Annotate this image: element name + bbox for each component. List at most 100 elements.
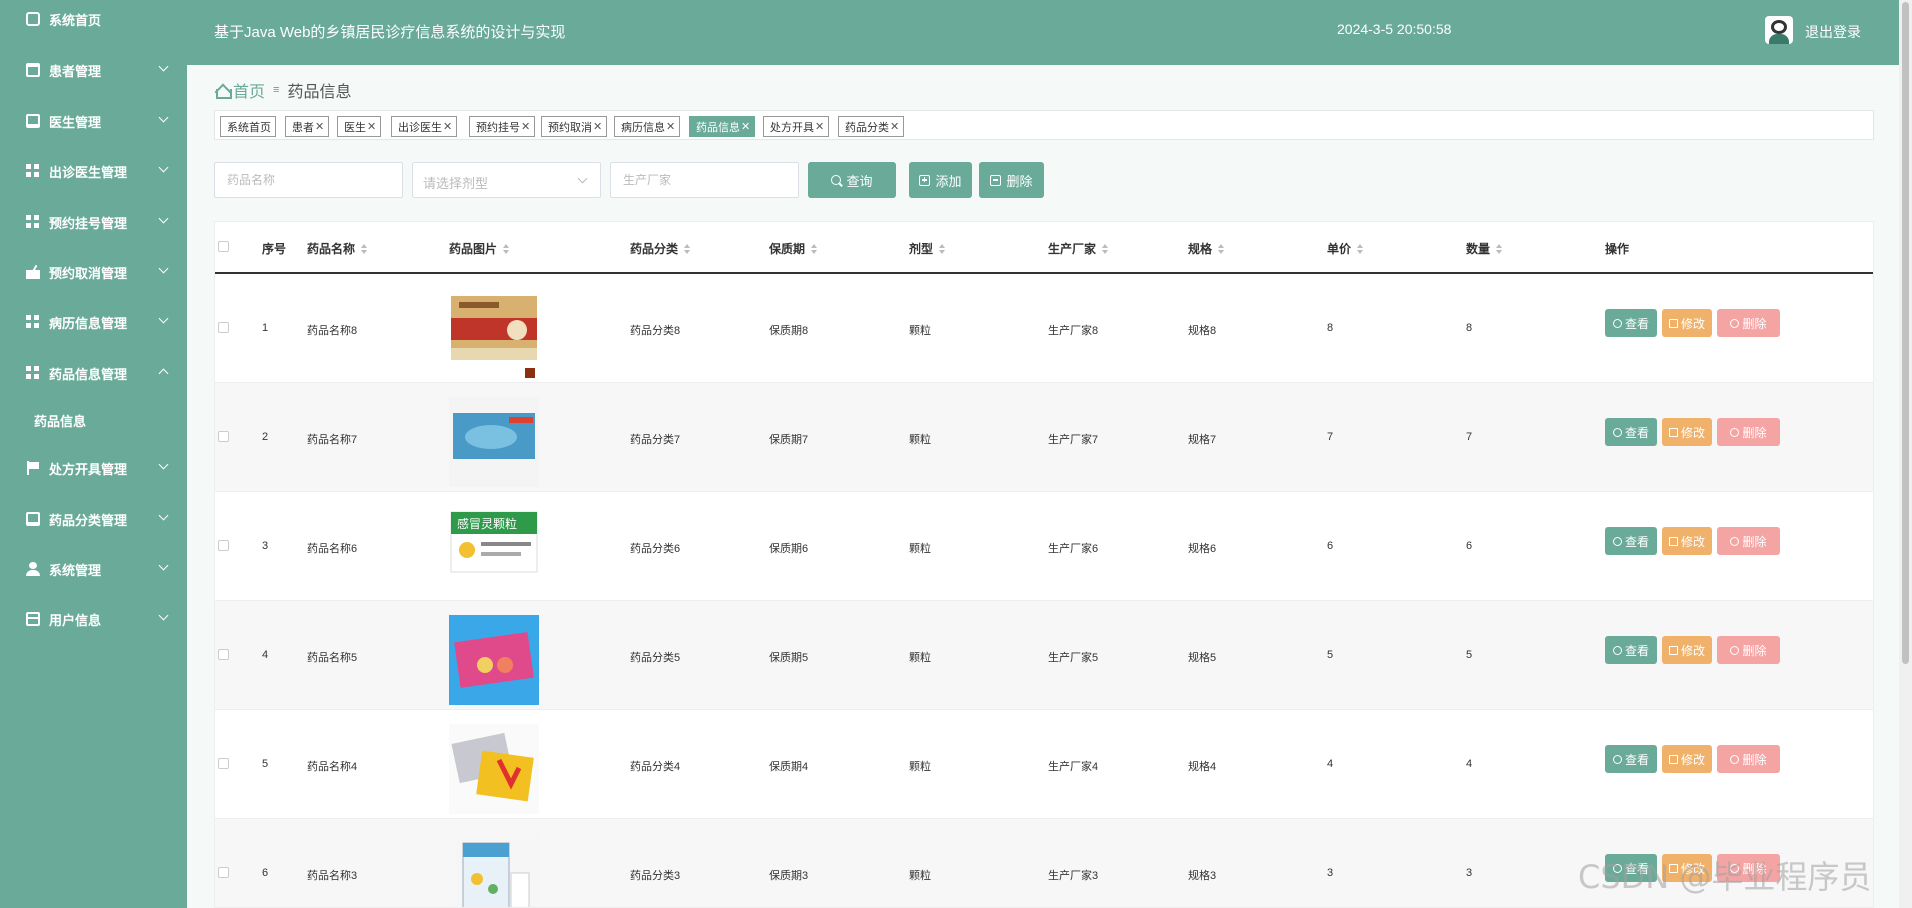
close-icon[interactable]: ✕ <box>593 120 602 133</box>
tab-drug-category[interactable]: 药品分类 ✕ <box>838 116 905 137</box>
column-header[interactable]: 数量 <box>1466 240 1503 257</box>
sidebar-item-drug-category[interactable]: 药品分类管理 <box>0 499 187 539</box>
cell-spec: 规格7 <box>1188 434 1217 446</box>
delete-button[interactable]: 删除 <box>1717 745 1780 773</box>
view-button[interactable]: 查看 <box>1605 418 1657 446</box>
column-header[interactable]: 药品分类 <box>630 240 691 257</box>
delete-button[interactable]: 删除 <box>1717 527 1780 555</box>
table-row[interactable]: 3 药品名称6 感冒灵颗粒 药品分类6 保质期6 颗粒 生产厂家6 规格6 6 … <box>215 492 1873 601</box>
cell-shelf-life: 保质期4 <box>769 761 809 773</box>
tab-drug-info[interactable]: 药品信息 ✕ <box>689 116 756 137</box>
cell-spec: 规格8 <box>1188 325 1217 337</box>
sort-icon <box>1496 243 1503 254</box>
tab-prescription[interactable]: 处方开具 ✕ <box>763 116 830 137</box>
select-all-checkbox[interactable] <box>218 241 229 252</box>
sidebar-item-appointment[interactable]: 预约挂号管理 <box>0 202 187 242</box>
logout-button[interactable]: 退出登录 <box>1805 22 1861 42</box>
close-icon[interactable]: ✕ <box>890 120 899 133</box>
sidebar-item-doctor[interactable]: 医生管理 <box>0 101 187 141</box>
close-icon[interactable]: ✕ <box>741 120 750 133</box>
sidebar-item-prescription[interactable]: 处方开具管理 <box>0 448 187 488</box>
column-header[interactable]: 药品名称 <box>307 240 368 257</box>
manufacturer-input[interactable] <box>610 162 799 198</box>
sidebar-item-drug[interactable]: 药品信息管理 <box>0 353 187 393</box>
avatar[interactable] <box>1765 16 1793 44</box>
close-icon[interactable]: ✕ <box>315 120 324 133</box>
view-button[interactable]: 查看 <box>1605 745 1657 773</box>
sidebar-item-home[interactable]: 系统首页 <box>0 0 187 38</box>
eye-icon <box>1612 427 1622 437</box>
drug-name-input[interactable] <box>214 162 403 198</box>
row-checkbox[interactable] <box>218 322 229 333</box>
column-header[interactable]: 规格 <box>1188 240 1225 257</box>
close-icon[interactable]: ✕ <box>367 120 376 133</box>
scrollbar-thumb[interactable] <box>1902 2 1909 664</box>
edit-button[interactable]: 修改 <box>1662 309 1712 337</box>
sidebar-item-system[interactable]: 系统管理 <box>0 549 187 589</box>
edit-button[interactable]: 修改 <box>1662 527 1712 555</box>
cell-price: 4 <box>1327 758 1334 770</box>
edit-button[interactable]: 修改 <box>1662 745 1712 773</box>
tab-home[interactable]: 系统首页 <box>220 116 276 137</box>
edit-button[interactable]: 修改 <box>1662 418 1712 446</box>
delete-button[interactable]: 删除 <box>1717 636 1780 664</box>
close-icon[interactable]: ✕ <box>666 120 675 133</box>
batch-delete-button[interactable]: 删除 <box>979 162 1044 198</box>
row-checkbox[interactable] <box>218 540 229 551</box>
view-button[interactable]: 查看 <box>1605 527 1657 555</box>
sidebar-item-appointment-cancel[interactable]: 预约取消管理 <box>0 252 187 292</box>
edit-icon <box>1668 427 1678 437</box>
column-header[interactable]: 剂型 <box>909 240 946 257</box>
cell-spec: 规格3 <box>1188 870 1217 882</box>
cell-no: 2 <box>262 431 269 443</box>
view-button[interactable]: 查看 <box>1605 636 1657 664</box>
table-row[interactable]: 2 药品名称7 药品分类7 保质期7 颗粒 生产厂家7 规格7 7 7 查看 修… <box>215 383 1873 492</box>
delete-button[interactable]: 删除 <box>1717 309 1780 337</box>
cell-name: 药品名称8 <box>307 325 358 337</box>
table-row[interactable]: 4 药品名称5 药品分类5 保质期5 颗粒 生产厂家5 规格5 5 5 查看 修… <box>215 601 1873 710</box>
view-button[interactable]: 查看 <box>1605 309 1657 337</box>
cell-dosage-form: 颗粒 <box>909 434 931 446</box>
close-icon[interactable]: ✕ <box>815 120 824 133</box>
row-checkbox[interactable] <box>218 649 229 660</box>
row-checkbox[interactable] <box>218 867 229 878</box>
table-row[interactable]: 5 药品名称4 药品分类4 保质期4 颗粒 生产厂家4 规格4 4 4 查看 修… <box>215 710 1873 819</box>
chevron-down-icon <box>158 610 169 621</box>
add-button[interactable]: 添加 <box>909 162 972 198</box>
row-checkbox[interactable] <box>218 758 229 769</box>
tab-label: 预约挂号 <box>476 121 520 134</box>
cell-spec: 规格4 <box>1188 761 1217 773</box>
column-header[interactable]: 生产厂家 <box>1048 240 1109 257</box>
edit-button[interactable]: 修改 <box>1662 636 1712 664</box>
table-row[interactable]: 1 药品名称8 药品分类8 保质期8 颗粒 生产厂家8 规格8 8 8 查看 修… <box>215 274 1873 383</box>
close-icon[interactable]: ✕ <box>443 120 452 133</box>
cell-spec: 规格6 <box>1188 543 1217 555</box>
cell-quantity: 6 <box>1466 540 1473 552</box>
column-header[interactable]: 单价 <box>1327 240 1364 257</box>
sidebar-item-medical-record[interactable]: 病历信息管理 <box>0 302 187 342</box>
cell-price: 6 <box>1327 540 1334 552</box>
home-icon <box>215 84 232 99</box>
column-header[interactable]: 保质期 <box>769 240 818 257</box>
dosage-form-select[interactable]: 请选择剂型 <box>412 162 601 198</box>
page-scrollbar[interactable] <box>1899 0 1912 908</box>
breadcrumb-home[interactable]: 首页 <box>233 78 265 102</box>
tab-doctor[interactable]: 医生 ✕ <box>337 116 382 137</box>
delete-button[interactable]: 删除 <box>1717 418 1780 446</box>
sidebar-item-user-info[interactable]: 用户信息 <box>0 599 187 639</box>
row-checkbox[interactable] <box>218 431 229 442</box>
home-icon <box>26 12 40 26</box>
sidebar-subitem-drug-info[interactable]: 药品信息 <box>34 411 86 430</box>
tab-visiting-doctor[interactable]: 出诊医生 ✕ <box>391 116 458 137</box>
column-header[interactable]: 药品图片 <box>449 240 510 257</box>
search-button[interactable]: 查询 <box>808 162 896 198</box>
close-icon[interactable]: ✕ <box>521 120 530 133</box>
tab-appointment-cancel[interactable]: 预约取消 ✕ <box>541 116 608 137</box>
sidebar-item-visiting-doctor[interactable]: 出诊医生管理 <box>0 151 187 191</box>
sidebar-item-patient[interactable]: 患者管理 <box>0 50 187 90</box>
top-header: 基于Java Web的乡镇居民诊疗信息系统的设计与实现 2024-3-5 20:… <box>187 0 1899 65</box>
app-title: 基于Java Web的乡镇居民诊疗信息系统的设计与实现 <box>214 24 566 41</box>
tab-medical-record[interactable]: 病历信息 ✕ <box>614 116 681 137</box>
tab-patient[interactable]: 患者 ✕ <box>285 116 330 137</box>
tab-appointment[interactable]: 预约挂号 ✕ <box>469 116 536 137</box>
